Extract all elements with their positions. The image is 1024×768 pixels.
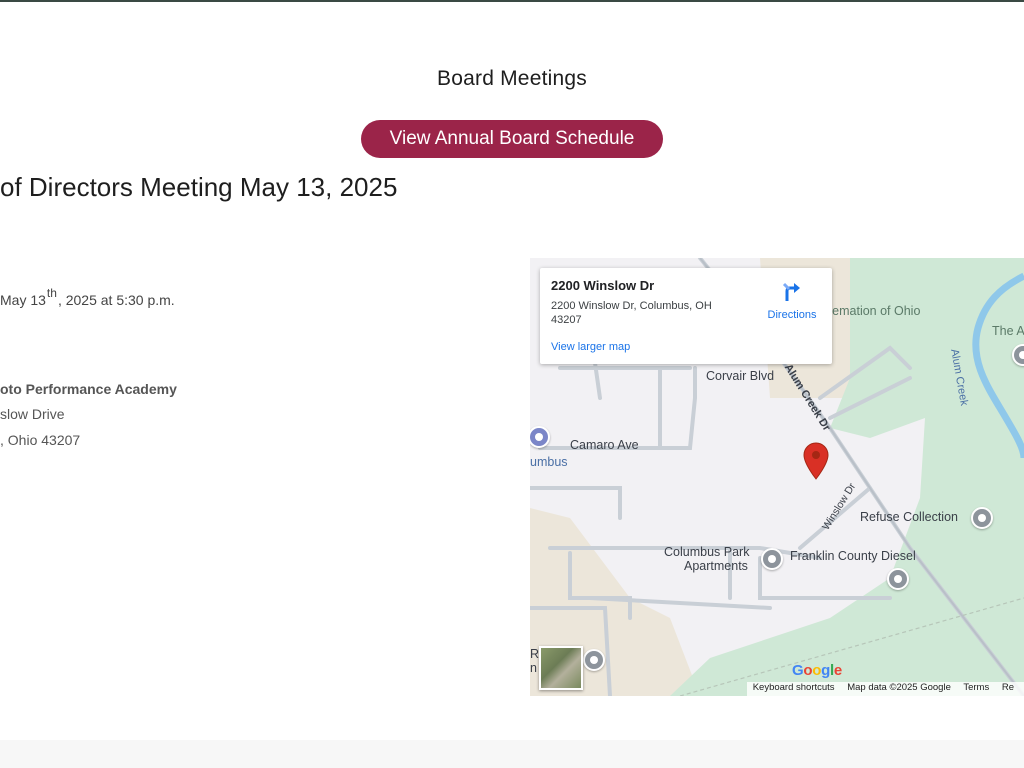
map-data-text: Map data ©2025 Google <box>847 682 951 693</box>
map-label-the-a: The A <box>992 324 1024 338</box>
map-label-camaro: Camaro Ave <box>570 438 639 452</box>
place-name: 2200 Winslow Dr <box>551 278 655 293</box>
poi-marker-columbus-park[interactable] <box>761 548 783 570</box>
report-link[interactable]: Re <box>1002 682 1014 693</box>
poi-marker-franklin[interactable] <box>887 568 909 590</box>
directions-button[interactable]: Directions <box>762 280 822 321</box>
map-label-n: n <box>530 661 537 675</box>
map-label-corvair: Corvair Blvd <box>706 369 775 383</box>
location-pin-icon[interactable] <box>803 442 829 480</box>
directions-label: Directions <box>767 309 817 321</box>
page-heading: Board Meetings <box>437 67 587 90</box>
keyboard-shortcuts-link[interactable]: Keyboard shortcuts <box>753 682 835 693</box>
meeting-title: of Directors Meeting May 13, 2025 <box>0 172 398 202</box>
venue-city: , Ohio 43207 <box>0 432 81 448</box>
view-schedule-button[interactable]: View Annual Board Schedule <box>361 120 663 158</box>
footer-band <box>0 740 1024 768</box>
date-suffix: , 2025 at 5:30 p.m. <box>57 292 175 308</box>
directions-icon <box>782 282 800 301</box>
map-attribution-bar: Keyboard shortcuts Map data ©2025 Google… <box>746 682 1024 696</box>
map-label-columbus-park: Columbus Park <box>664 545 750 559</box>
view-larger-map-link[interactable]: View larger map <box>551 341 630 353</box>
venue-name: oto Performance Academy <box>0 381 177 397</box>
terms-link[interactable]: Terms <box>963 682 989 693</box>
embedded-map[interactable]: remation of Ohio The A Alum Creek Alum C… <box>530 258 1024 696</box>
map-label-refuse: Refuse Collection <box>860 510 958 524</box>
poi-marker-refuse[interactable] <box>971 507 993 529</box>
map-label-franklin: Franklin County Diesel <box>790 549 916 563</box>
google-logo: Google <box>792 662 842 679</box>
place-info-card: 2200 Winslow Dr 2200 Winslow Dr, Columbu… <box>540 268 832 364</box>
map-label-cremation: remation of Ohio <box>828 304 921 318</box>
top-rule <box>0 0 1024 2</box>
date-prefix: May 13 <box>0 292 46 308</box>
poi-marker-bottom[interactable] <box>583 649 605 671</box>
map-label-apartments: Apartments <box>684 559 748 573</box>
place-address: 2200 Winslow Dr, Columbus, OH 43207 <box>551 300 712 326</box>
satellite-toggle-thumbnail[interactable] <box>539 646 583 690</box>
meeting-date: May 13th, 2025 at 5:30 p.m. <box>0 286 175 308</box>
date-ordinal: th <box>46 286 57 300</box>
venue-street: slow Drive <box>0 406 65 422</box>
map-label-umbus: umbus <box>530 455 568 469</box>
